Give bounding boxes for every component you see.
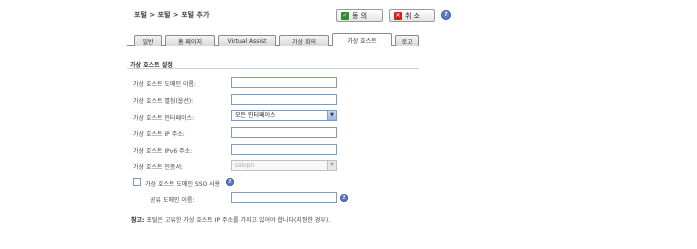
note-prefix: 참고: bbox=[131, 217, 145, 224]
cancel-button[interactable]: ✕ 취 소 bbox=[389, 9, 435, 22]
shared-domain-label: 공유 도메인 이름: bbox=[150, 197, 195, 204]
check-icon: ✓ bbox=[341, 11, 349, 20]
shared-domain-input[interactable] bbox=[231, 192, 337, 203]
interface-select[interactable]: 모든 인터페이스 ▼ bbox=[231, 110, 337, 121]
note-text: 참고: 포털은 고유한 가상 호스트 IP 주소를 가지고 있어야 합니다(지정… bbox=[131, 215, 330, 224]
ip-input[interactable] bbox=[231, 127, 337, 138]
note-body: 포털은 고유한 가상 호스트 IP 주소를 가지고 있어야 합니다(지정한 경우… bbox=[144, 217, 331, 224]
shared-domain-help-icon[interactable]: ? bbox=[340, 194, 348, 202]
chevron-down-icon: ▼ bbox=[327, 161, 336, 170]
alias-input[interactable] bbox=[231, 94, 337, 105]
tab-general[interactable]: 일반 bbox=[134, 35, 162, 46]
cert-select: sslvpn ▼ bbox=[231, 160, 337, 171]
ok-button-label: 동 의 bbox=[352, 11, 368, 20]
tab-virtual-assist[interactable]: Virtual Assist bbox=[218, 35, 276, 46]
close-icon: ✕ bbox=[394, 11, 402, 20]
domain-name-label: 가상 호스트 도메인 이름: bbox=[133, 81, 196, 88]
cert-select-value: sslvpn bbox=[235, 162, 255, 169]
ip-label: 가상 호스트 IP 주소: bbox=[133, 131, 185, 138]
tab-home-page[interactable]: 홈 페이지 bbox=[165, 35, 215, 46]
interface-select-value: 모든 인터페이스 bbox=[235, 112, 276, 119]
ok-button[interactable]: ✓ 동 의 bbox=[336, 9, 383, 22]
tab-virtual-meeting[interactable]: 가상 회의 bbox=[279, 35, 329, 46]
cert-label: 가상 호스트 인증서: bbox=[133, 164, 183, 171]
ipv6-input[interactable] bbox=[231, 144, 337, 155]
breadcrumb: 포털 > 포털 > 포털 추가 bbox=[134, 11, 210, 19]
domain-name-input[interactable] bbox=[231, 77, 337, 88]
sso-help-icon[interactable]: ? bbox=[226, 178, 234, 186]
tab-virtual-host[interactable]: 가상 호스트 bbox=[332, 33, 392, 46]
alias-label: 가상 호스트 별칭(옵션): bbox=[133, 98, 194, 105]
interface-label: 가상 호스트 인터페이스: bbox=[133, 115, 195, 122]
chevron-down-icon: ▼ bbox=[327, 111, 336, 120]
help-icon[interactable]: ? bbox=[441, 10, 451, 20]
cancel-button-label: 취 소 bbox=[405, 11, 421, 20]
sso-checkbox[interactable] bbox=[133, 178, 141, 186]
tab-logo[interactable]: 로고 bbox=[395, 35, 419, 46]
ipv6-label: 가상 호스트 IPv6 주소: bbox=[133, 148, 193, 155]
section-divider bbox=[127, 68, 419, 69]
sso-checkbox-label: 가상 호스트 도메인 SSO 사용 bbox=[145, 181, 221, 188]
